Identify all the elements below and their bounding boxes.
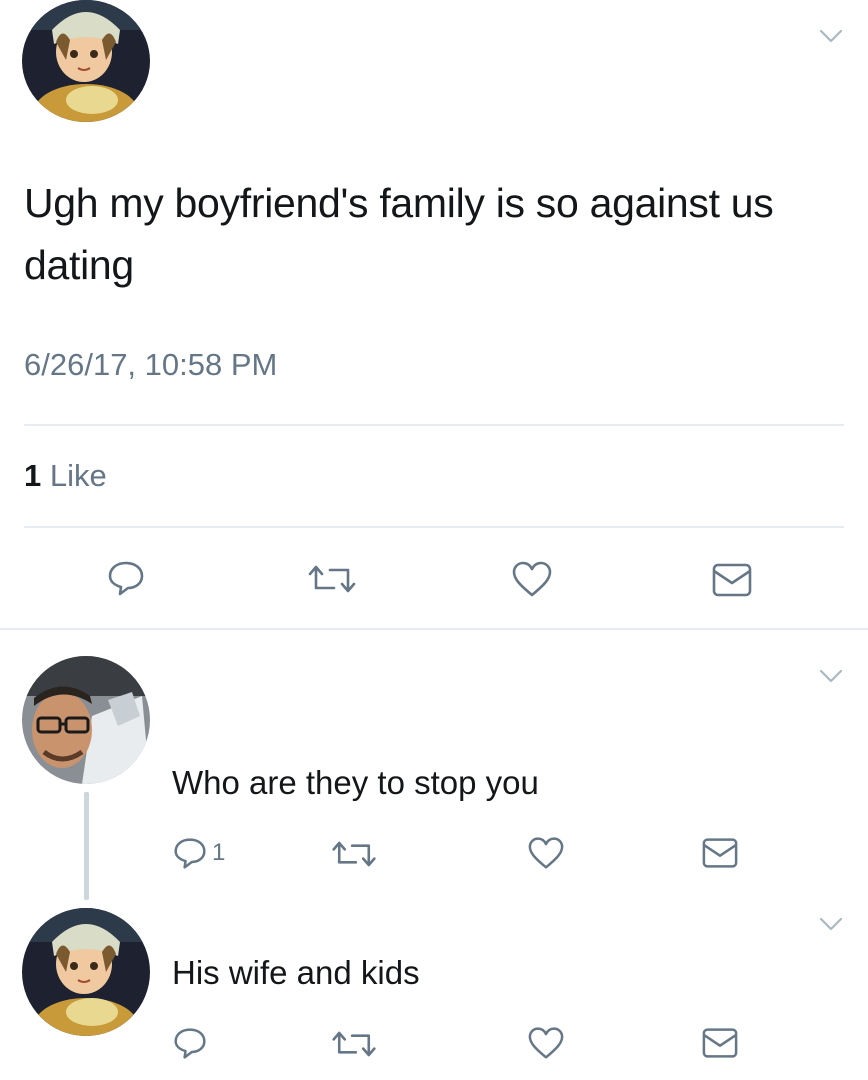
envelope-icon (712, 563, 752, 597)
envelope-icon (702, 838, 738, 868)
reply-author-avatar[interactable] (22, 908, 150, 1036)
reply-button[interactable] (106, 559, 146, 597)
tweet-author-avatar[interactable] (22, 0, 150, 122)
reply-text: Who are they to stop you (172, 764, 539, 801)
heart-icon (512, 561, 552, 597)
likes-summary[interactable]: 1 Like (24, 458, 107, 494)
tweet-timestamp[interactable]: 6/26/17, 10:58 PM (24, 347, 277, 383)
share-button[interactable] (710, 561, 754, 599)
divider (24, 526, 844, 528)
like-button[interactable] (526, 1026, 566, 1060)
reply-button[interactable] (172, 1026, 208, 1060)
retweet-icon (332, 1031, 376, 1057)
reply-count: 1 (212, 839, 226, 866)
like-button[interactable] (510, 560, 554, 598)
divider (24, 424, 844, 426)
reply-icon (174, 1028, 206, 1059)
retweet-icon (308, 565, 356, 593)
envelope-icon (702, 1028, 738, 1058)
reply-menu-caret[interactable] (818, 916, 844, 932)
retweet-button[interactable] (330, 1028, 378, 1060)
divider (0, 628, 868, 630)
retweet-icon (332, 841, 376, 867)
thread-connector (84, 792, 89, 900)
likes-label: Like (49, 458, 107, 493)
chevron-down-icon (819, 669, 843, 683)
reply-text: His wife and kids (172, 954, 420, 991)
likes-count: 1 (24, 458, 42, 493)
reply-author-avatar[interactable] (22, 656, 150, 784)
reply-icon (108, 561, 144, 596)
retweet-button[interactable] (330, 838, 378, 870)
chevron-down-icon (819, 917, 843, 931)
tweet-text: Ugh my boyfriend's family is so against … (24, 180, 774, 288)
man-with-glasses-avatar-image (22, 656, 150, 784)
chevron-down-icon (819, 29, 843, 43)
heart-icon (528, 1027, 564, 1059)
reply-icon (174, 838, 206, 869)
tweet-menu-caret[interactable] (818, 28, 844, 44)
reply-menu-caret[interactable] (818, 668, 844, 684)
anime-character-avatar-image (22, 908, 150, 1036)
like-button[interactable] (526, 836, 566, 870)
share-button[interactable] (700, 1026, 740, 1060)
retweet-button[interactable] (306, 562, 358, 596)
share-button[interactable] (700, 836, 740, 870)
heart-icon (528, 837, 564, 869)
reply-button[interactable]: 1 (172, 836, 225, 870)
anime-character-avatar-image (22, 0, 150, 122)
